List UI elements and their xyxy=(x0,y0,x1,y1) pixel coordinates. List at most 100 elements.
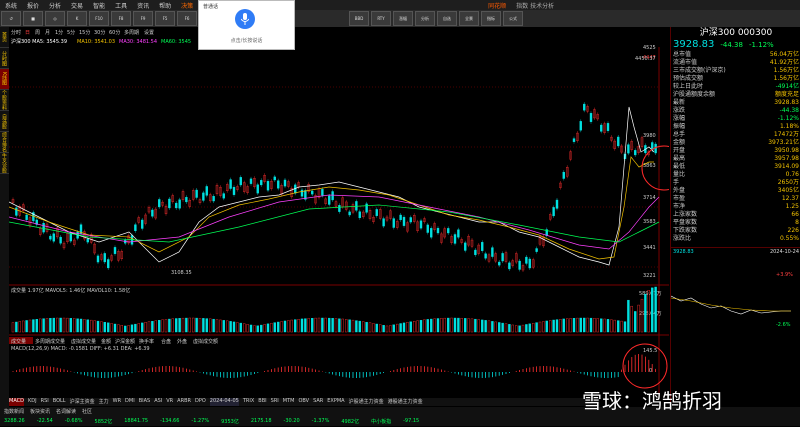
kline-button[interactable]: K xyxy=(67,11,87,26)
volume-bar xyxy=(76,318,79,333)
f8-button[interactable]: F8 xyxy=(111,11,131,26)
tab-wr[interactable]: WR xyxy=(113,398,121,406)
rty-button[interactable]: RTY xyxy=(371,11,391,26)
mini-chart: 3928.83 2024-10-24 +3.9% -2.6% xyxy=(670,247,800,368)
left-tab-diagnosis[interactable]: 牛叉诊股 xyxy=(0,153,9,174)
volume-bar xyxy=(144,322,147,333)
quote-row-value: 3928.83 xyxy=(774,99,799,106)
menu-smart[interactable]: 智能 xyxy=(93,1,105,10)
indicator-tab-combined[interactable]: 合盘 xyxy=(161,338,171,345)
indicator-tab-virtual-amount[interactable]: 虚拟成交额 xyxy=(193,338,218,345)
period-tab-timeshare[interactable]: 分时 xyxy=(11,29,21,36)
tab-trix[interactable]: TRIX xyxy=(243,398,254,406)
tab-sar[interactable]: SAR xyxy=(313,398,323,406)
left-tab-kline[interactable]: K线图 xyxy=(0,69,9,90)
menu-help[interactable]: 帮助 xyxy=(159,1,171,10)
quote-row: 最高 3957.98 xyxy=(671,155,800,163)
tab-kdj[interactable]: KDJ xyxy=(28,398,37,406)
formula-button[interactable]: 公式 xyxy=(503,11,523,26)
panorama-button[interactable]: 全景 xyxy=(459,11,479,26)
tab-rsi[interactable]: RSI xyxy=(41,398,49,406)
tab-boll[interactable]: BOLL xyxy=(53,398,66,406)
indicator-tab-outer[interactable]: 外盘 xyxy=(177,338,187,345)
period-tab-week[interactable]: 周 xyxy=(35,30,40,36)
period-tab-60min[interactable]: 60分 xyxy=(109,29,120,36)
menu-system[interactable]: 系统 xyxy=(5,1,17,10)
left-tab-home[interactable]: 首页 xyxy=(0,27,9,48)
volume-bar xyxy=(106,322,110,333)
quote-row-value: 额度充足 xyxy=(774,91,799,98)
indicator-tab-volume[interactable]: 成交量 xyxy=(11,338,26,345)
indicator-tab-virtual-volume[interactable]: 虚拟成交量 xyxy=(71,338,96,345)
tab-dpo[interactable]: DPO xyxy=(195,398,206,406)
left-tab-watchlist[interactable]: 自选股 xyxy=(0,111,9,132)
period-tab-5min[interactable]: 5分 xyxy=(67,29,75,36)
period-tab-multi[interactable]: 多周期 xyxy=(124,29,139,36)
favorites-button[interactable]: 自选 xyxy=(437,11,457,26)
quote-row-label: 预估成交额 xyxy=(673,75,704,82)
period-tab-15min[interactable]: 15分 xyxy=(79,29,90,36)
period-tab-30min[interactable]: 30分 xyxy=(94,29,105,36)
period-tab-day[interactable]: 日 xyxy=(25,30,30,36)
tab-vr[interactable]: VR xyxy=(166,398,173,406)
rise-button[interactable]: 涨幅 xyxy=(393,11,413,26)
analysis-button[interactable]: 分析 xyxy=(415,11,435,26)
menu-analysis[interactable]: 分析 xyxy=(49,1,61,10)
microphone-icon[interactable] xyxy=(235,9,255,29)
left-tab-ranking[interactable]: 综合排名 xyxy=(0,132,9,153)
tab-arbr[interactable]: ARBR xyxy=(177,398,191,406)
kline-chart[interactable]: 分时 日 周 月 1分 5分 15分 30分 60分 多周期 设置 沪深300 … xyxy=(9,27,669,395)
tab-hk-connect-fund[interactable]: 港股通主力资金 xyxy=(388,398,423,406)
tab-sri[interactable]: SRI xyxy=(271,398,279,406)
tab-expma[interactable]: EXPMA xyxy=(327,398,344,406)
volume-bar xyxy=(123,325,127,333)
tab-sector-news[interactable]: 板块资讯 xyxy=(30,408,50,415)
left-tab-timeshare[interactable]: 分时图 xyxy=(0,48,9,69)
indicator-tab-amount[interactable]: 金额 xyxy=(101,338,111,345)
volume-bar xyxy=(399,323,402,333)
tab-mtm[interactable]: MTM xyxy=(283,398,295,406)
menu-news[interactable]: 资讯 xyxy=(137,1,149,10)
tab-bbi[interactable]: BBI xyxy=(258,398,266,406)
tab-dmi[interactable]: DMI xyxy=(125,398,135,406)
indicator-tab-multi-volume[interactable]: 多周期成交量 xyxy=(35,338,65,345)
indicator-tab-hs-amount[interactable]: 沪深金额 xyxy=(115,338,135,345)
tab-macd[interactable]: MACD xyxy=(9,398,24,406)
menu-quote[interactable]: 报价 xyxy=(27,1,39,10)
tab-sh-connect-fund[interactable]: 沪股通主力资金 xyxy=(349,398,384,406)
period-tab-month[interactable]: 月 xyxy=(45,30,50,36)
menu-tools[interactable]: 工具 xyxy=(115,1,127,10)
macd-axis-zero: 0 xyxy=(649,368,652,374)
tab-index-news[interactable]: 指数新闻 xyxy=(4,408,24,415)
period-tab-settings[interactable]: 设置 xyxy=(144,29,154,36)
tab-asi[interactable]: ASI xyxy=(154,398,162,406)
volume-bar xyxy=(93,320,96,333)
tab-community[interactable]: 社区 xyxy=(82,408,92,415)
f6-button[interactable]: F6 xyxy=(177,11,197,26)
menu-trade[interactable]: 交易 xyxy=(71,1,83,10)
refresh-button[interactable]: ↺ xyxy=(1,11,21,26)
f9-button[interactable]: F9 xyxy=(133,11,153,26)
quote-row-label: 最新 xyxy=(673,99,686,106)
tab-bias[interactable]: BIAS xyxy=(139,398,151,406)
indicator-tab-turnover[interactable]: 换手率 xyxy=(139,338,154,345)
bbd-button[interactable]: BBD xyxy=(349,11,369,26)
quote-row-label: 市盈 xyxy=(673,195,686,202)
target-button[interactable]: ◎ xyxy=(45,11,65,26)
tab-obv[interactable]: OBV xyxy=(298,398,309,406)
indicator-button[interactable]: 指标 xyxy=(481,11,501,26)
volume-bar xyxy=(562,318,565,333)
volume-bar xyxy=(484,320,487,333)
voice-input-popup[interactable]: 普通话 点击/长按说话 xyxy=(198,0,295,50)
period-tab-1min[interactable]: 1分 xyxy=(55,29,63,36)
square-button[interactable]: ■ xyxy=(23,11,43,26)
volume-bar xyxy=(457,317,460,333)
left-tab-profile[interactable]: 个股资料 xyxy=(0,90,9,111)
f5-button[interactable]: F5 xyxy=(155,11,175,26)
tab-hs-main-fund[interactable]: 沪深主资金 xyxy=(70,398,95,406)
f10-button[interactable]: F10 xyxy=(89,11,109,26)
tab-glossary[interactable]: 名词解读 xyxy=(56,408,76,415)
tab-main[interactable]: 主力 xyxy=(99,398,109,406)
quote-row-value: 3957.98 xyxy=(774,155,799,162)
menu-decision[interactable]: 决策 xyxy=(181,1,193,10)
